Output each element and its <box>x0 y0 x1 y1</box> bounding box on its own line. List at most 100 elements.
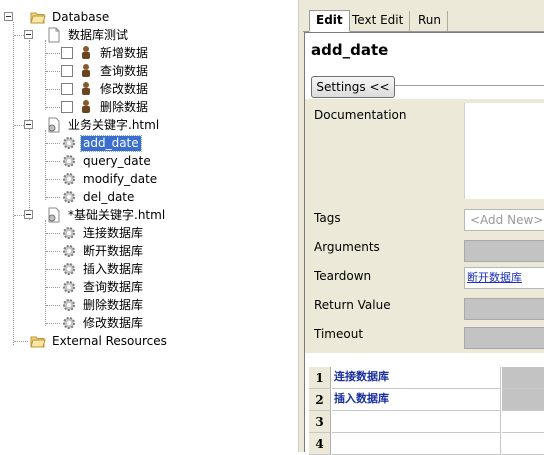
tree-node-test[interactable]: 修改数据 <box>61 80 150 98</box>
tree-node-keyword[interactable]: 修改数据库 <box>61 314 145 332</box>
tree-node-keyword[interactable]: 连接数据库 <box>61 224 145 242</box>
tab-bar: Edit Text Edit Run <box>303 0 544 32</box>
teardown-label: Teardown <box>314 269 372 283</box>
tree-node-label: 删除数据 <box>100 99 149 114</box>
settings-toggle-button[interactable]: Settings << <box>311 76 395 98</box>
tab-run[interactable]: Run <box>412 11 449 31</box>
table-row: 2 插入数据库 <box>309 389 544 411</box>
collapse-toggle[interactable] <box>24 210 33 219</box>
grid-cell[interactable]: 连接数据库 <box>332 367 501 389</box>
test-checkbox[interactable] <box>61 65 73 77</box>
tree-node-keyword[interactable]: 插入数据库 <box>61 260 145 278</box>
test-checkbox[interactable] <box>61 101 73 113</box>
resource-file-icon <box>48 207 60 223</box>
tree-node-label: *基础关键字.html <box>68 207 166 222</box>
tree-node-label: query_date <box>83 153 151 168</box>
tree-node-suite[interactable]: 数据库测试 <box>46 26 130 44</box>
tree-node-keyword[interactable]: add_date <box>61 134 142 152</box>
tree-line <box>45 40 46 110</box>
collapse-toggle[interactable] <box>24 30 33 39</box>
return-value-label: Return Value <box>314 298 391 312</box>
tree-node-label: 连接数据库 <box>83 225 144 240</box>
editor-panel: Edit Text Edit Run add_date Settings << … <box>303 0 544 455</box>
folder-open-icon <box>30 336 46 348</box>
keyword-title: add_date <box>311 41 389 59</box>
collapse-toggle[interactable] <box>4 12 13 21</box>
documentation-label: Documentation <box>314 108 407 122</box>
tree-node-label: 查询数据 <box>100 63 149 78</box>
gear-icon <box>63 281 75 293</box>
gear-icon <box>63 137 75 149</box>
gear-icon <box>63 317 75 329</box>
keyword-editor: add_date Settings << Documentation Tags … <box>304 32 544 455</box>
tree-node-label: 断开数据库 <box>83 243 144 258</box>
tree-line <box>45 130 46 200</box>
arguments-field[interactable] <box>464 240 544 262</box>
gear-icon <box>63 191 75 203</box>
tree-line <box>29 40 30 220</box>
test-checkbox[interactable] <box>61 83 73 95</box>
resource-file-icon <box>48 117 60 133</box>
tree-node-resource[interactable]: *基础关键字.html <box>46 206 167 224</box>
row-number[interactable]: 3 <box>309 411 331 433</box>
row-number[interactable]: 1 <box>309 367 331 389</box>
tree-node-label: add_date <box>80 134 142 152</box>
tab-edit[interactable]: Edit <box>309 10 350 32</box>
documentation-editor[interactable] <box>464 103 544 199</box>
grid-cell[interactable] <box>502 367 544 389</box>
grid-cell[interactable] <box>502 411 544 433</box>
row-number[interactable]: 2 <box>309 389 331 411</box>
tree-node-keyword[interactable]: 查询数据库 <box>61 278 145 296</box>
test-checkbox[interactable] <box>61 47 73 59</box>
gear-icon <box>63 227 75 239</box>
gear-icon <box>63 155 75 167</box>
tree-node-label: 查询数据库 <box>83 279 144 294</box>
tree-node-label: 新增数据 <box>100 45 149 60</box>
tree-node-keyword[interactable]: del_date <box>61 188 136 206</box>
tree-node-keyword[interactable]: query_date <box>61 152 153 170</box>
tree-node-label: 修改数据库 <box>83 315 144 330</box>
tree-node-label: 插入数据库 <box>83 261 144 276</box>
gear-icon <box>63 263 75 275</box>
grid-cell[interactable]: 插入数据库 <box>332 389 501 411</box>
grid-cell[interactable] <box>502 389 544 411</box>
return-value-field[interactable] <box>464 298 544 320</box>
tree-node-label: 数据库测试 <box>68 27 129 42</box>
tree-node-keyword[interactable]: 删除数据库 <box>61 296 145 314</box>
tree-line <box>45 220 46 326</box>
tree-node-label: 删除数据库 <box>83 297 144 312</box>
timeout-label: Timeout <box>314 327 364 341</box>
tags-label: Tags <box>314 211 341 225</box>
table-row: 3 <box>309 411 544 433</box>
tree-node-database[interactable]: Database <box>30 8 111 26</box>
timeout-field[interactable] <box>464 327 544 349</box>
tree-node-keyword[interactable]: 断开数据库 <box>61 242 145 260</box>
divider <box>393 85 544 86</box>
test-tree[interactable]: Database 数据库测试 新增数据 查询数据 修改数据 删除数据 业务关键字… <box>0 0 298 452</box>
robot-icon <box>82 82 90 95</box>
tree-node-resource[interactable]: 业务关键字.html <box>46 116 161 134</box>
tree-line <box>13 22 14 345</box>
file-icon <box>48 27 60 43</box>
tree-node-test[interactable]: 查询数据 <box>61 62 150 80</box>
tree-node-external-resources[interactable]: External Resources <box>30 332 169 350</box>
tree-node-label: modify_date <box>83 171 158 186</box>
tags-add-new-input[interactable]: <Add New> <box>464 209 544 231</box>
tree-node-keyword[interactable]: modify_date <box>61 170 159 188</box>
tree-node-label: 业务关键字.html <box>68 117 160 132</box>
robot-icon <box>82 100 90 113</box>
tree-node-label: del_date <box>83 189 135 204</box>
gear-icon <box>63 245 75 257</box>
tree-node-test[interactable]: 新增数据 <box>61 44 150 62</box>
grid-cell[interactable] <box>332 411 501 433</box>
tree-node-label: External Resources <box>52 333 167 348</box>
tab-text-edit[interactable]: Text Edit <box>346 11 411 31</box>
teardown-field[interactable]: 断开数据库 <box>464 267 544 289</box>
collapse-toggle[interactable] <box>24 120 33 129</box>
tree-node-label: Database <box>52 9 110 24</box>
robot-icon <box>82 46 90 59</box>
tree-node-label: 修改数据 <box>100 81 149 96</box>
steps-grid[interactable]: 1 连接数据库 2 插入数据库 3 4 <box>309 367 544 455</box>
folder-open-icon <box>30 12 46 24</box>
tree-node-test[interactable]: 删除数据 <box>61 98 150 116</box>
